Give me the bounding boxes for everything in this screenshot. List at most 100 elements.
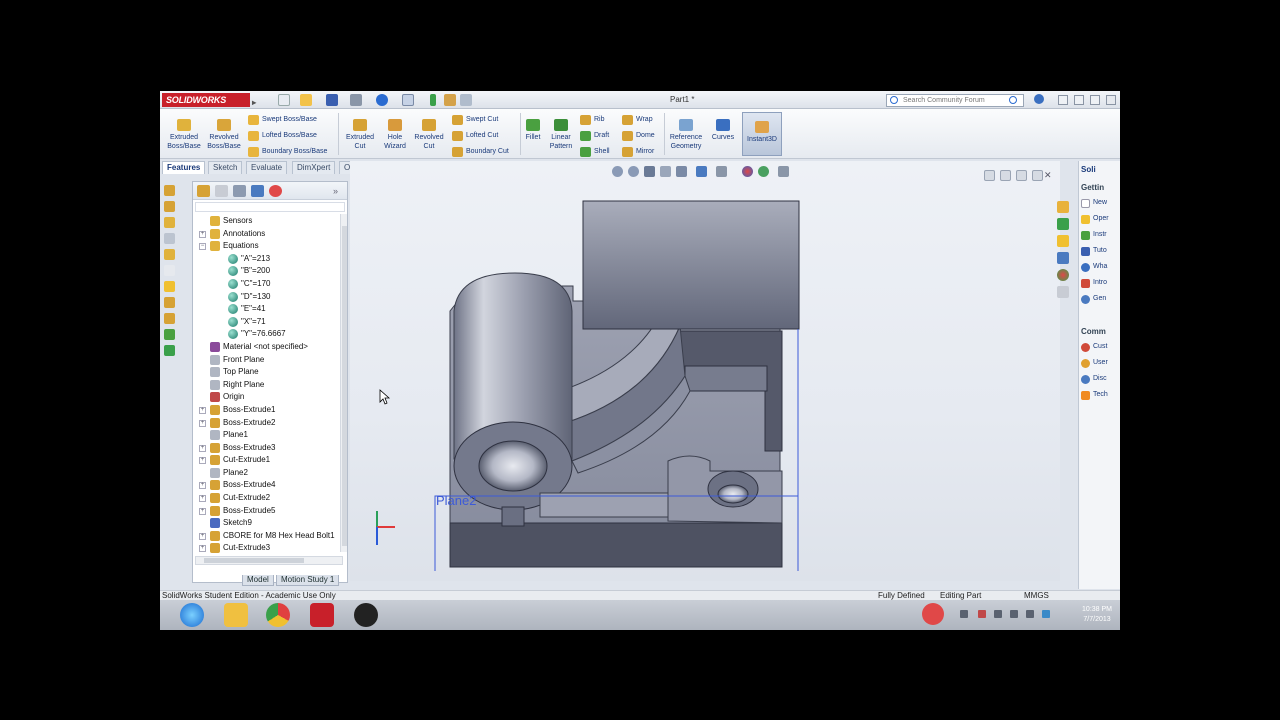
print-icon[interactable] [350,94,362,106]
tab-sketch[interactable]: Sketch [208,161,243,174]
top-block[interactable] [582,200,800,330]
offset-tool-icon[interactable] [164,313,175,324]
expand-icon[interactable]: + [199,532,206,540]
tray-volume-icon[interactable] [1026,610,1034,618]
expand-panel-icon[interactable]: » [333,185,346,197]
part-model[interactable]: Plane2 [350,161,1060,581]
tray-signal-icon[interactable] [1010,610,1018,618]
chrome-icon[interactable] [266,603,290,627]
tp-item-general[interactable]: Gen [1081,295,1106,304]
tree-node[interactable]: Plane2 [193,467,343,480]
antivirus-tray-icon[interactable] [922,603,944,625]
pocket-floor[interactable] [684,365,768,392]
mirror-button[interactable]: Mirror [622,147,654,157]
new-document-icon[interactable] [278,94,290,106]
search-community-input[interactable]: Search Community Forum [886,94,1024,107]
resources-tab-icon[interactable] [1057,218,1069,230]
tree-node[interactable]: Sensors [193,215,343,228]
dome-button[interactable]: Dome [622,131,655,141]
tab-motion-study[interactable]: Motion Study 1 [276,575,340,586]
support-web[interactable] [501,506,525,527]
counterbore-inner[interactable] [717,484,749,504]
tree-node[interactable]: + Boss-Extrude1 [193,404,343,417]
tree-node[interactable]: Sketch9 [193,517,343,530]
tree-node[interactable]: "Y"=76.6667 [193,328,343,341]
tray-sync-icon[interactable] [1042,610,1050,618]
cylinder-bore[interactable] [478,440,548,492]
expand-icon[interactable]: + [199,495,206,503]
options-icon[interactable] [460,94,472,106]
expand-icon[interactable]: + [199,230,206,238]
expand-icon[interactable]: + [199,419,206,427]
revolved-boss-button[interactable]: Revolved Boss/Base [206,119,242,151]
tp-item-whats-new[interactable]: Wha [1081,263,1107,272]
tp-item-customer[interactable]: Cust [1081,343,1107,352]
tree-node[interactable]: Right Plane [193,379,343,392]
tree-node[interactable]: "X"=71 [193,316,343,329]
custom-properties-icon[interactable] [1057,286,1069,298]
file-explorer-taskbar-icon[interactable] [224,603,248,627]
lofted-boss-button[interactable]: Lofted Boss/Base [248,131,317,141]
tray-network-icon[interactable] [994,610,1002,618]
scroll-thumb[interactable] [204,558,304,563]
tree-node[interactable]: + Boss-Extrude5 [193,505,343,518]
line-tool-icon[interactable] [164,217,175,228]
solidworks-logo[interactable]: SOLIDWORKS ▸ [162,93,256,107]
status-units[interactable]: MMGS [1024,591,1049,600]
tree-horizontal-scrollbar[interactable] [195,556,343,565]
appearances-icon[interactable] [1057,269,1069,281]
tp-item-discussion[interactable]: Disc [1081,375,1107,384]
tree-node[interactable]: "A"=213 [193,253,343,266]
tp-item-instructor[interactable]: Instr [1081,231,1107,240]
extruded-cut-button[interactable]: Extruded Cut [342,119,378,151]
tree-node[interactable]: + Cut-Extrude1 [193,454,343,467]
expand-icon[interactable]: + [199,482,206,490]
property-manager-icon[interactable] [215,185,228,197]
save-icon[interactable] [326,94,338,106]
base-bottom-face[interactable] [449,522,783,568]
home-tab-icon[interactable] [1057,201,1069,213]
display-manager-icon[interactable] [269,185,282,197]
tree-node[interactable]: "D"=130 [193,291,343,304]
tab-evaluate[interactable]: Evaluate [246,161,288,174]
shell-button[interactable]: Shell [580,147,610,157]
tp-item-user-groups[interactable]: User [1081,359,1108,368]
boundary-boss-button[interactable]: Boundary Boss/Base [248,147,327,157]
tab-model[interactable]: Model [242,575,274,586]
help-icon[interactable] [1034,94,1044,104]
tree-node[interactable]: Plane1 [193,429,343,442]
camera-app-icon[interactable] [354,603,378,627]
internet-explorer-icon[interactable] [180,603,204,627]
menu-arrow-icon[interactable]: ▸ [252,96,256,110]
instant3d-button[interactable]: Instant3D [742,112,782,156]
spline-tool-icon[interactable] [164,281,175,292]
graphics-area[interactable]: ✕ Plane2 [350,161,1060,581]
rebuild-icon[interactable] [430,94,436,106]
relations-tool-icon[interactable] [164,329,175,340]
solidworks-taskbar-icon[interactable] [310,603,334,627]
boundary-cut-button[interactable]: Boundary Cut [452,147,509,157]
rectangle-tool-icon[interactable] [164,233,175,244]
tree-node[interactable]: Material <not specified> [193,341,343,354]
tree-node[interactable]: + Boss-Extrude4 [193,479,343,492]
tree-node[interactable]: + Boss-Extrude3 [193,442,343,455]
extruded-boss-button[interactable]: Extruded Boss/Base [166,119,202,151]
tray-arrow-icon[interactable] [960,610,968,618]
tree-node[interactable]: Top Plane [193,366,343,379]
reference-geometry-button[interactable]: Reference Geometry [666,119,706,151]
tree-node[interactable]: "E"=41 [193,303,343,316]
scroll-thumb[interactable] [342,226,347,546]
tp-item-open[interactable]: Oper [1081,215,1109,224]
plane2-label[interactable]: Plane2 [436,493,476,508]
tp-item-new[interactable]: New [1081,199,1107,208]
expand-icon[interactable]: + [199,406,206,414]
revolved-cut-button[interactable]: Revolved Cut [412,119,446,151]
system-clock[interactable]: 10:38 PM 7/7/2013 [1082,605,1112,625]
tree-node[interactable]: + CBORE for M8 Hex Head Bolt1 [193,530,343,543]
tree-node[interactable]: + Cut-Extrude2 [193,492,343,505]
dimxpert-manager-icon[interactable] [251,185,264,197]
rib-button[interactable]: Rib [580,115,605,125]
file-properties-icon[interactable] [444,94,456,106]
tray-security-icon[interactable] [978,610,986,618]
tree-vertical-scrollbar[interactable] [340,214,347,552]
